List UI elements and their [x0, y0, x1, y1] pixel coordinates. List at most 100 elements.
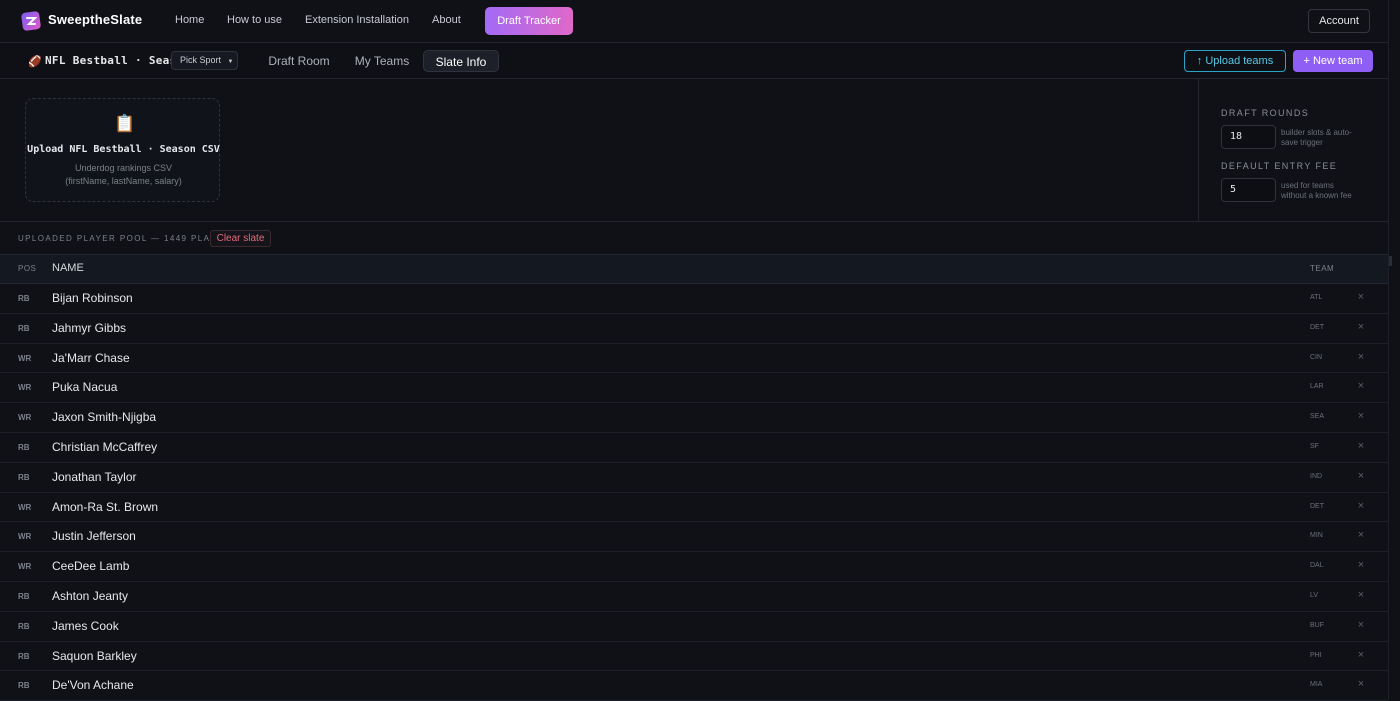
tab-my-teams[interactable]: My Teams — [346, 50, 418, 72]
player-team: DAL — [1310, 562, 1324, 570]
remove-player-icon[interactable]: × — [1355, 649, 1367, 661]
top-nav: SweeptheSlate Home How to use Extension … — [0, 0, 1400, 43]
dropzone-sub-line-2: (firstName, lastName, salary) — [65, 176, 182, 186]
logo-icon[interactable] — [20, 10, 42, 32]
player-name: Christian McCaffrey — [52, 439, 158, 454]
table-row[interactable]: RB Ashton Jeanty LV × — [0, 582, 1388, 612]
table-row[interactable]: RB James Cook BUF × — [0, 612, 1388, 642]
new-team-button[interactable]: + New team — [1293, 50, 1373, 72]
scrollbar-thumb[interactable] — [1389, 256, 1392, 266]
player-position: RB — [18, 651, 30, 661]
table-row[interactable]: RB De'Von Achane MIA × — [0, 671, 1388, 701]
player-name: De'Von Achane — [52, 678, 134, 693]
player-team: ATL — [1310, 294, 1323, 301]
player-name: Jonathan Taylor — [52, 469, 137, 484]
table-row[interactable]: RB Christian McCaffrey SF × — [0, 433, 1388, 463]
remove-player-icon[interactable]: × — [1355, 619, 1367, 631]
scrollbar[interactable] — [1388, 0, 1400, 700]
player-name: CeeDee Lamb — [52, 559, 130, 574]
player-position: WR — [18, 353, 32, 363]
table-row[interactable]: WR Ja'Marr Chase CIN × — [0, 344, 1388, 374]
player-team: DET — [1310, 323, 1324, 331]
dropzone-sub-line-1: Underdog rankings CSV — [74, 163, 173, 173]
upload-panel: 📋 Upload NFL Bestball · Season CSV Under… — [0, 79, 1198, 222]
player-position: WR — [18, 502, 32, 512]
remove-player-icon[interactable]: × — [1355, 589, 1367, 601]
remove-player-icon[interactable]: × — [1355, 678, 1367, 690]
nav-link-extension-installation[interactable]: Extension Installation — [305, 14, 409, 26]
football-icon: 🏈 — [28, 56, 42, 68]
remove-player-icon[interactable]: × — [1355, 321, 1367, 333]
player-team: LAR — [1310, 383, 1324, 391]
table-row[interactable]: WR Puka Nacua LAR × — [0, 373, 1388, 404]
table-row[interactable]: RB Saquon Barkley PHI × — [0, 642, 1388, 672]
column-header-pos[interactable]: POS — [18, 264, 36, 273]
table-row[interactable]: WR Justin Jefferson MIN × — [0, 522, 1388, 553]
player-position: WR — [18, 413, 32, 423]
remove-player-icon[interactable]: × — [1355, 380, 1367, 392]
clear-slate-button[interactable]: Clear slate — [210, 230, 271, 247]
table-row[interactable]: WR CeeDee Lamb DAL × — [0, 552, 1388, 582]
remove-player-icon[interactable]: × — [1355, 500, 1367, 512]
remove-player-icon[interactable]: × — [1355, 351, 1367, 363]
default-entry-fee-label: DEFAULT ENTRY FEE — [1221, 161, 1338, 171]
table-header: POS NAME TEAM — [0, 254, 1388, 284]
remove-player-icon[interactable]: × — [1355, 440, 1367, 452]
player-name: Justin Jefferson — [52, 529, 136, 544]
player-name: Amon-Ra St. Brown — [52, 499, 159, 514]
upload-teams-button[interactable]: ↑ Upload teams — [1184, 50, 1286, 72]
remove-player-icon[interactable]: × — [1355, 410, 1367, 422]
remove-player-icon[interactable]: × — [1355, 291, 1367, 303]
nav-link-about[interactable]: About — [432, 14, 461, 26]
tab-slate-info[interactable]: Slate Info — [423, 50, 499, 72]
remove-player-icon[interactable]: × — [1355, 529, 1367, 541]
draft-tracker-button[interactable]: Draft Tracker — [485, 7, 573, 35]
table-row[interactable]: RB Bijan Robinson ATL × — [0, 284, 1388, 314]
player-position: WR — [18, 562, 32, 572]
account-button[interactable]: Account — [1308, 9, 1370, 33]
player-name: Bijan Robinson — [52, 291, 133, 305]
player-team: LV — [1310, 591, 1319, 599]
player-position: RB — [18, 442, 30, 452]
player-name: Ja'Marr Chase — [52, 350, 130, 365]
brand-name[interactable]: SweeptheSlate — [48, 12, 142, 27]
player-name: Jahmyr Gibbs — [52, 320, 127, 335]
player-name: Puka Nacua — [52, 380, 118, 395]
player-team: BUF — [1310, 621, 1324, 629]
table-row[interactable]: RB Jahmyr Gibbs DET × — [0, 314, 1388, 344]
player-team: IND — [1310, 472, 1323, 480]
player-table-body: RB Bijan Robinson ATL × RB Jahmyr Gibbs DET × WR… — [0, 284, 1388, 701]
column-header-name[interactable]: NAME — [52, 262, 84, 274]
player-position: WR — [18, 383, 32, 393]
player-team: DET — [1310, 502, 1324, 510]
remove-player-icon[interactable]: × — [1355, 559, 1367, 571]
clipboard-icon: 📋 — [114, 114, 136, 133]
pick-sport-dropdown[interactable]: Pick Sport ▼ — [171, 51, 238, 70]
pick-sport-label: Pick Sport — [180, 55, 222, 65]
player-team: CIN — [1310, 353, 1323, 361]
player-name: Saquon Barkley — [52, 648, 137, 663]
section-divider — [0, 221, 1388, 222]
table-row[interactable]: WR Jaxon Smith-Njigba SEA × — [0, 403, 1388, 433]
chevron-down-icon: ▼ — [227, 59, 234, 65]
player-name: Jaxon Smith-Njigba — [52, 410, 157, 425]
table-row[interactable]: RB Jonathan Taylor IND × — [0, 463, 1388, 493]
nav-link-how-to-use[interactable]: How to use — [227, 14, 282, 26]
player-position: RB — [18, 681, 30, 691]
draft-rounds-input[interactable]: 18 — [1221, 125, 1276, 149]
draft-rounds-label: DRAFT ROUNDS — [1221, 108, 1310, 118]
draft-rounds-hint: builder slots & auto-save trigger — [1281, 128, 1352, 147]
player-position: WR — [18, 532, 32, 542]
tab-draft-room[interactable]: Draft Room — [262, 50, 336, 72]
csv-dropzone[interactable]: 📋 Upload NFL Bestball · Season CSV Under… — [25, 98, 220, 202]
player-team: SEA — [1310, 413, 1325, 421]
player-position: RB — [18, 323, 30, 333]
default-entry-fee-hint: used for teams without a known fee — [1281, 181, 1352, 200]
nav-link-home[interactable]: Home — [175, 14, 204, 26]
default-entry-fee-input[interactable]: 5 — [1221, 178, 1276, 202]
sub-nav: 🏈 NFL Bestball · Season Pick Sport ▼ Dra… — [0, 43, 1400, 79]
remove-player-icon[interactable]: × — [1355, 470, 1367, 482]
player-name: Ashton Jeanty — [52, 588, 129, 603]
column-header-team[interactable]: TEAM — [1310, 264, 1334, 273]
table-row[interactable]: WR Amon-Ra St. Brown DET × — [0, 493, 1388, 523]
